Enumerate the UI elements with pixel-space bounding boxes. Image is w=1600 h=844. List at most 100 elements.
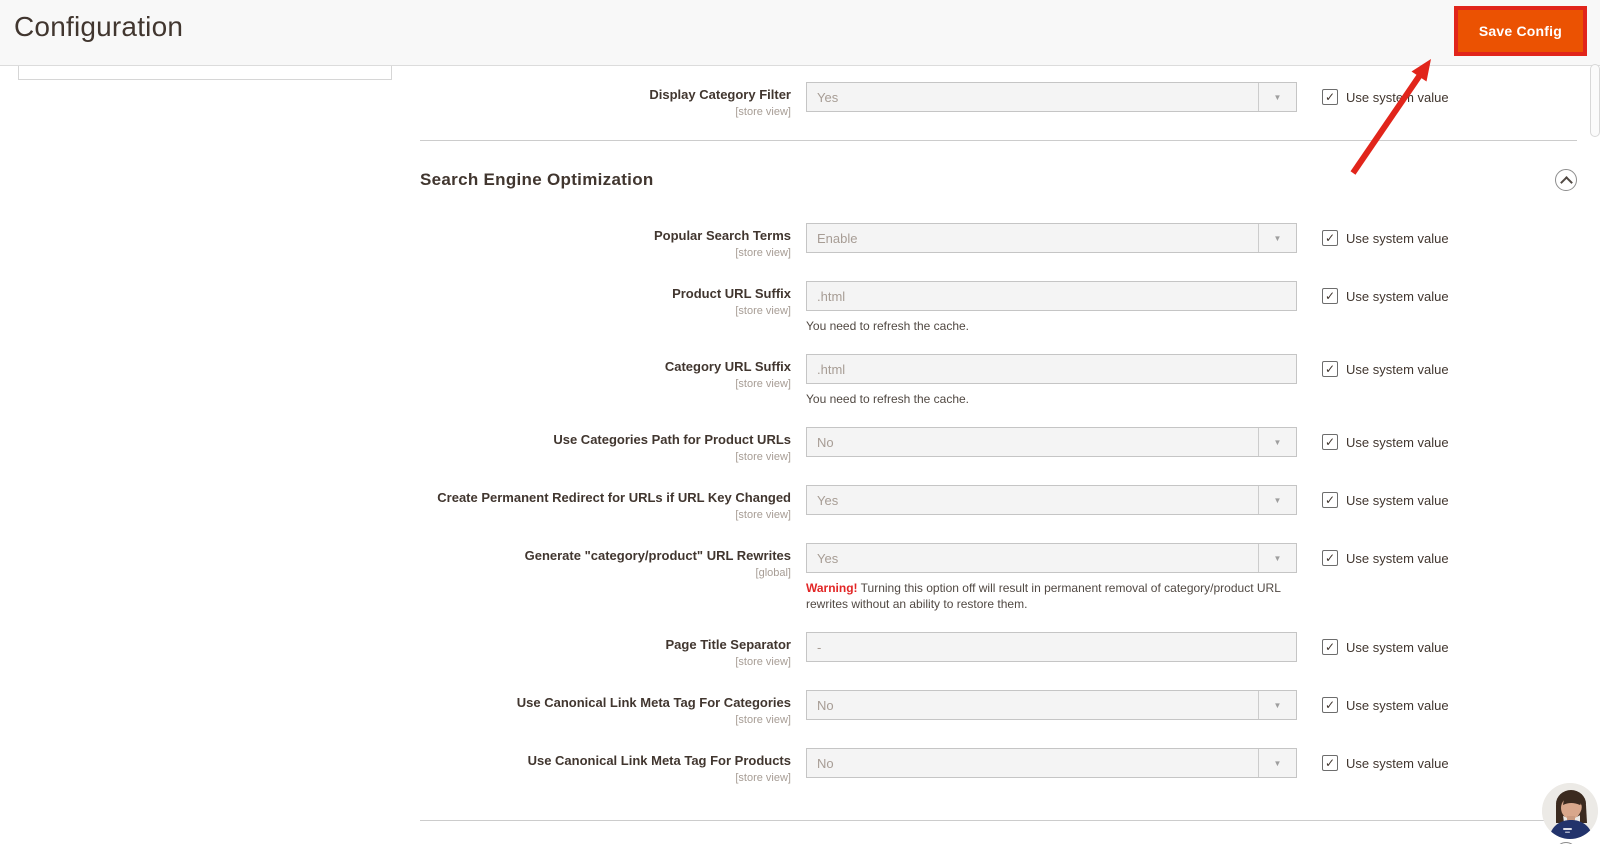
select-field[interactable]: Yes ▼ (806, 82, 1297, 112)
checkmark-icon: ✓ (1324, 492, 1336, 507)
use-system-value-label: Use system value (1346, 89, 1449, 105)
use-system-value-label: Use system value (1346, 288, 1449, 304)
use-system-value-checkbox[interactable]: ✓ (1322, 550, 1338, 566)
field-label-cell: Use Categories Path for Product URLs [st… (420, 427, 806, 465)
config-row: Product URL Suffix [store view] .html Yo… (420, 281, 1577, 334)
field-label-cell: Use Canonical Link Meta Tag For Products… (420, 748, 806, 786)
field-cell: Yes ▼ (806, 485, 1297, 515)
use-system-value-checkbox[interactable]: ✓ (1322, 434, 1338, 450)
chevron-up-icon (1560, 176, 1573, 189)
store-scope-box (18, 65, 392, 80)
dropdown-arrow-icon: ▼ (1258, 486, 1296, 514)
checkmark-icon: ✓ (1324, 230, 1336, 245)
use-system-value: ✓ Use system value (1322, 543, 1449, 566)
checkmark-icon: ✓ (1324, 288, 1336, 303)
field-label-cell: Popular Search Terms [store view] (420, 223, 806, 261)
config-row: Category URL Suffix [store view] .html Y… (420, 354, 1577, 407)
select-value: No (817, 755, 834, 771)
select-field[interactable]: No ▼ (806, 690, 1297, 720)
annotation-highlight-box: Save Config (1453, 6, 1587, 56)
field-scope: [store view] (735, 509, 791, 521)
use-system-value-label: Use system value (1346, 361, 1449, 377)
field-scope: [store view] (735, 656, 791, 668)
dropdown-arrow-icon: ▼ (1258, 544, 1296, 572)
config-row: Page Title Separator [store view] - ✓ Us… (420, 632, 1577, 670)
section-title: Search Engine Optimization (420, 170, 654, 189)
text-field-value: .html (817, 288, 846, 304)
use-system-value-label: Use system value (1346, 434, 1449, 450)
field-note: You need to refresh the cache. (806, 319, 970, 333)
field-label: Create Permanent Redirect for URLs if UR… (437, 490, 791, 505)
use-system-value-label: Use system value (1346, 230, 1449, 246)
text-field[interactable]: - (806, 632, 1297, 662)
config-sections: Search Engine Optimization Popular Searc… (420, 140, 1577, 844)
select-value: Yes (817, 550, 839, 566)
checkmark-icon: ✓ (1324, 361, 1336, 376)
select-value: Yes (817, 492, 839, 508)
field-label-cell: Product URL Suffix [store view] (420, 281, 806, 319)
field-label-cell: Category URL Suffix [store view] (420, 354, 806, 392)
presenter-avatar-icon (1542, 783, 1598, 839)
use-system-value-checkbox[interactable]: ✓ (1322, 230, 1338, 246)
use-system-value-checkbox[interactable]: ✓ (1322, 639, 1338, 655)
select-field[interactable]: No ▼ (806, 427, 1297, 457)
config-row: Use Categories Path for Product URLs [st… (420, 427, 1577, 465)
field-label-cell: Use Canonical Link Meta Tag For Categori… (420, 690, 806, 728)
text-field-value: .html (817, 361, 846, 377)
field-label-cell: Display Category Filter [store view] (420, 82, 806, 120)
use-system-value: ✓ Use system value (1322, 485, 1449, 508)
field-label: Use Categories Path for Product URLs (553, 432, 791, 447)
warning-text: Turning this option off will result in p… (806, 581, 1281, 611)
text-field[interactable]: .html (806, 354, 1297, 384)
use-system-value: ✓ Use system value (1322, 690, 1449, 713)
dropdown-arrow-icon: ▼ (1258, 224, 1296, 252)
field-cell: Yes ▼ Warning! Turning this option off w… (806, 543, 1297, 612)
page-header: Configuration Save Config (0, 0, 1600, 66)
config-row: Create Permanent Redirect for URLs if UR… (420, 485, 1577, 523)
section-header[interactable]: Category Top Navigation (420, 820, 1577, 844)
text-field[interactable]: .html (806, 281, 1297, 311)
warning-prefix: Warning! (806, 581, 858, 595)
use-system-value: ✓ Use system value (1322, 82, 1449, 105)
use-system-value-checkbox[interactable]: ✓ (1322, 89, 1338, 105)
use-system-value-checkbox[interactable]: ✓ (1322, 361, 1338, 377)
config-row: Popular Search Terms [store view] Enable… (420, 223, 1577, 261)
use-system-value-checkbox[interactable]: ✓ (1322, 288, 1338, 304)
scrollbar-thumb[interactable] (1590, 64, 1600, 137)
field-note: You need to refresh the cache. (806, 392, 970, 406)
field-label-cell: Page Title Separator [store view] (420, 632, 806, 670)
config-form: Display Category Filter [store view] Yes… (420, 65, 1577, 844)
select-field[interactable]: No ▼ (806, 748, 1297, 778)
select-field[interactable]: Yes ▼ (806, 485, 1297, 515)
field-cell: .html You need to refresh the cache. (806, 281, 1297, 334)
dropdown-arrow-icon: ▼ (1258, 749, 1296, 777)
field-cell: Yes ▼ (806, 82, 1297, 112)
checkmark-icon: ✓ (1324, 434, 1336, 449)
use-system-value-label: Use system value (1346, 492, 1449, 508)
select-field[interactable]: Enable ▼ (806, 223, 1297, 253)
collapse-chevron-icon[interactable] (1555, 169, 1577, 191)
field-cell: No ▼ (806, 427, 1297, 457)
field-scope: [store view] (735, 247, 791, 259)
use-system-value: ✓ Use system value (1322, 632, 1449, 655)
field-label: Generate "category/product" URL Rewrites (524, 548, 791, 563)
use-system-value-label: Use system value (1346, 755, 1449, 771)
select-value: Enable (817, 230, 858, 246)
field-label: Display Category Filter (649, 87, 791, 102)
use-system-value-checkbox[interactable]: ✓ (1322, 755, 1338, 771)
save-config-button[interactable]: Save Config (1457, 10, 1583, 52)
dropdown-arrow-icon: ▼ (1258, 83, 1296, 111)
select-field[interactable]: Yes ▼ (806, 543, 1297, 573)
config-section: Search Engine Optimization Popular Searc… (420, 140, 1577, 820)
field-label: Use Canonical Link Meta Tag For Categori… (516, 695, 791, 710)
use-system-value-checkbox[interactable]: ✓ (1322, 492, 1338, 508)
use-system-value-checkbox[interactable]: ✓ (1322, 697, 1338, 713)
field-cell: No ▼ (806, 690, 1297, 720)
section-header[interactable]: Search Engine Optimization (420, 140, 1577, 223)
checkmark-icon: ✓ (1324, 550, 1336, 565)
text-field-value: - (817, 639, 822, 655)
field-label-cell: Create Permanent Redirect for URLs if UR… (420, 485, 806, 523)
field-label: Use Canonical Link Meta Tag For Products (527, 753, 791, 768)
use-system-value: ✓ Use system value (1322, 427, 1449, 450)
use-system-value: ✓ Use system value (1322, 281, 1449, 304)
